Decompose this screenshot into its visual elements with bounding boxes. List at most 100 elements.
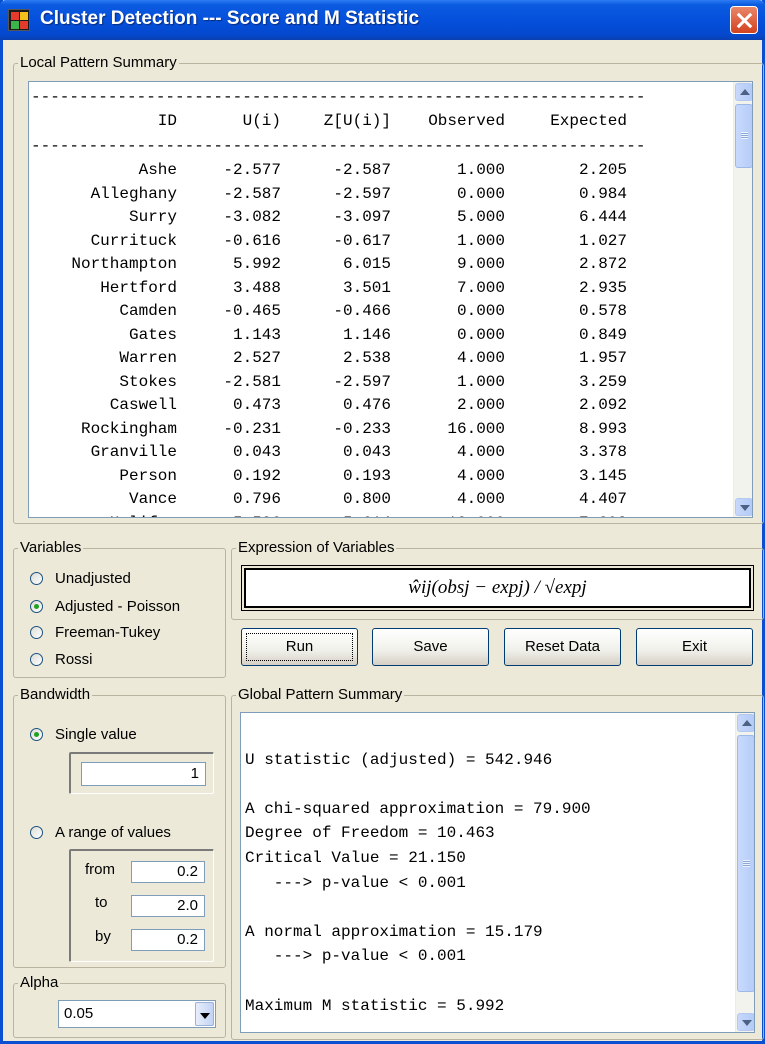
table-cell: -0.233 — [333, 419, 391, 438]
bandwidth-group: Bandwidth Single value 1 A range of valu… — [13, 686, 226, 968]
table-cell: 3.488 — [232, 278, 281, 297]
summary-line: Maximum M statistic = 5.992 — [245, 996, 505, 1015]
table-cell: 0.192 — [232, 466, 281, 485]
table-row[interactable]: Vance 0.796 0.800 4.000 4.407 — [29, 490, 729, 513]
to-input[interactable]: 2.0 — [131, 895, 205, 917]
scroll-thumb[interactable] — [735, 104, 752, 168]
table-cell: -2.587 — [333, 161, 391, 179]
radio-icon[interactable] — [30, 625, 43, 639]
table-cell: 1.000 — [456, 231, 505, 250]
table-row[interactable]: Granville 0.043 0.043 4.000 3.378 — [29, 443, 729, 466]
title-bar[interactable]: Cluster Detection --- Score and M Statis… — [0, 0, 765, 40]
radio-selected-icon[interactable] — [30, 727, 43, 741]
radio-icon[interactable] — [30, 825, 43, 839]
radio-unadjusted[interactable]: Unadjusted — [30, 568, 131, 588]
table-row[interactable]: Northampton 5.992 6.015 9.000 2.872 — [29, 255, 729, 278]
table-cell: 7.293 — [579, 514, 627, 518]
table-cell: Currituck — [90, 231, 177, 250]
table-row[interactable]: Caswell 0.473 0.476 2.000 2.092 — [29, 396, 729, 419]
run-button[interactable]: Run — [241, 628, 358, 666]
table-row[interactable]: Person 0.192 0.193 4.000 3.145 — [29, 467, 729, 490]
table-cell: -0.465 — [223, 302, 281, 320]
action-buttons-group: Run Save Reset Data Exit — [231, 628, 764, 680]
table-cell: Granville — [90, 443, 177, 461]
expression-group: Expression of Variables ŵij(obsj − expj)… — [231, 539, 764, 620]
table-row[interactable]: Surry -3.082 -3.097 5.000 6.444 — [29, 208, 729, 231]
table-cell: Halifax — [110, 514, 177, 518]
table-cell: 0.043 — [232, 443, 281, 461]
global-summary-text: U statistic (adjusted) = 542.946 A chi-sq… — [245, 713, 730, 1032]
table-cell: 4.000 — [456, 443, 505, 461]
table-cell: -2.577 — [223, 161, 281, 179]
table-cell: 0.000 — [456, 325, 505, 344]
scroll-down-icon[interactable] — [735, 498, 752, 516]
table-cell: -2.597 — [333, 184, 391, 203]
alpha-group: Alpha 0.05 — [13, 974, 226, 1038]
column-header: ID — [157, 112, 177, 130]
local-pattern-list[interactable]: ----------------------------------------… — [28, 81, 753, 518]
close-icon[interactable] — [730, 6, 758, 34]
chevron-down-icon[interactable] — [195, 1002, 214, 1026]
radio-single-value[interactable]: Single value — [30, 724, 137, 744]
table-cell: 0.476 — [342, 396, 391, 414]
radio-selected-icon[interactable] — [30, 599, 43, 613]
summary-line: ---> p-value < 0.001 — [245, 873, 466, 892]
table-cell: 5.000 — [456, 208, 505, 226]
from-input[interactable]: 0.2 — [131, 861, 205, 883]
table-row[interactable]: Camden -0.465 -0.466 0.000 0.578 — [29, 302, 729, 325]
column-header: Z[U(i)] — [323, 112, 391, 130]
radio-icon[interactable] — [30, 652, 43, 666]
exit-button[interactable]: Exit — [636, 628, 753, 666]
formula-display: ŵij(obsj − expj) / √expj — [241, 565, 754, 611]
local-pattern-summary-label: Local Pattern Summary — [18, 54, 179, 72]
table-cell: 1.000 — [456, 161, 505, 179]
scroll-up-icon[interactable] — [737, 714, 754, 732]
radio-label: Unadjusted — [55, 569, 131, 587]
table-cell: 0.473 — [232, 396, 281, 414]
table-row[interactable]: Rockingham -0.231 -0.233 16.000 8.993 — [29, 420, 729, 443]
local-list-scrollbar[interactable] — [733, 82, 752, 517]
table-cell: 1.143 — [232, 325, 281, 344]
table-cell: -2.597 — [333, 372, 391, 391]
alpha-value: 0.05 — [64, 1005, 94, 1022]
global-pattern-text-area[interactable]: U statistic (adjusted) = 542.946 A chi-sq… — [240, 712, 755, 1033]
table-cell: Rockingham — [80, 419, 177, 438]
table-row[interactable]: Ashe -2.577 -2.587 1.000 2.205 — [29, 161, 729, 184]
scroll-thumb[interactable] — [737, 735, 754, 992]
table-cell: -3.097 — [333, 208, 391, 226]
scroll-up-icon[interactable] — [735, 83, 752, 101]
single-value-input[interactable]: 1 — [81, 762, 206, 786]
table-cell: -2.581 — [223, 372, 281, 391]
app-icon — [8, 9, 30, 31]
table-cell: 4.407 — [578, 490, 627, 508]
variables-label: Variables — [18, 539, 84, 557]
radio-freeman-tukey[interactable]: Freeman-Tukey — [30, 622, 160, 642]
radio-label: Single value — [55, 725, 137, 743]
table-cell: 0.193 — [342, 466, 391, 485]
alpha-select[interactable]: 0.05 — [58, 1000, 216, 1028]
table-row[interactable]: Hertford 3.488 3.501 7.000 2.935 — [29, 279, 729, 302]
table-cell: 5.992 — [232, 255, 281, 273]
table-row[interactable]: Stokes -2.581 -2.597 1.000 3.259 — [29, 373, 729, 396]
table-row[interactable]: Gates 1.143 1.146 0.000 0.849 — [29, 326, 729, 349]
table-cell: 9.000 — [456, 255, 505, 273]
scroll-down-icon[interactable] — [737, 1013, 754, 1031]
table-row[interactable]: Halifax 5.586 5.614 18.000 7.293 — [29, 514, 729, 518]
radio-label: Freeman-Tukey — [55, 623, 161, 641]
local-pattern-text: ----------------------------------------… — [29, 82, 729, 518]
global-text-scrollbar[interactable] — [735, 713, 754, 1032]
table-row[interactable]: Currituck -0.616 -0.617 1.000 1.027 — [29, 232, 729, 255]
radio-icon[interactable] — [30, 571, 43, 585]
radio-adjusted-poisson[interactable]: Adjusted - Poisson — [30, 596, 180, 616]
save-button[interactable]: Save — [372, 628, 489, 666]
summary-line: A normal approximation = 15.179 — [245, 922, 543, 941]
radio-rossi[interactable]: Rossi — [30, 649, 93, 669]
reset-data-button[interactable]: Reset Data — [504, 628, 621, 666]
table-cell: 0.849 — [578, 325, 627, 344]
radio-range-values[interactable]: A range of values — [30, 822, 171, 842]
by-input[interactable]: 0.2 — [131, 929, 205, 951]
radio-label: Rossi — [55, 650, 93, 668]
table-row[interactable]: Alleghany -2.587 -2.597 0.000 0.984 — [29, 185, 729, 208]
table-row[interactable]: Warren 2.527 2.538 4.000 1.957 — [29, 349, 729, 372]
exit-label: Exit — [681, 638, 707, 655]
